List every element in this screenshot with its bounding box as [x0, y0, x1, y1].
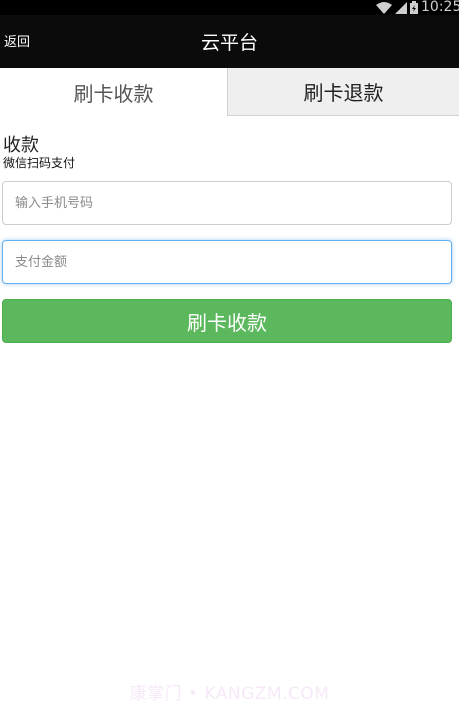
status-icons: 10:25 [376, 0, 459, 15]
section-subtitle: 微信扫码支付 [3, 156, 76, 170]
page-title: 云平台 [200, 32, 258, 54]
status-clock: 10:25 [421, 0, 459, 15]
battery-icon [410, 1, 418, 14]
tab-card-charge[interactable]: 刷卡收款 [0, 68, 227, 116]
status-bar: 10:25 [0, 0, 459, 15]
phone-input[interactable] [2, 181, 452, 225]
tab-bar: 刷卡收款 刷卡退款 [0, 68, 459, 116]
signal-icon [395, 1, 407, 14]
app-header: 返回 云平台 [0, 15, 459, 68]
amount-input[interactable] [2, 240, 452, 284]
tab-card-refund[interactable]: 刷卡退款 [227, 68, 459, 116]
watermark: 康掌门 • KANGZM.COM [129, 684, 330, 704]
wifi-icon [376, 1, 392, 14]
submit-charge-button[interactable]: 刷卡收款 [2, 299, 452, 343]
